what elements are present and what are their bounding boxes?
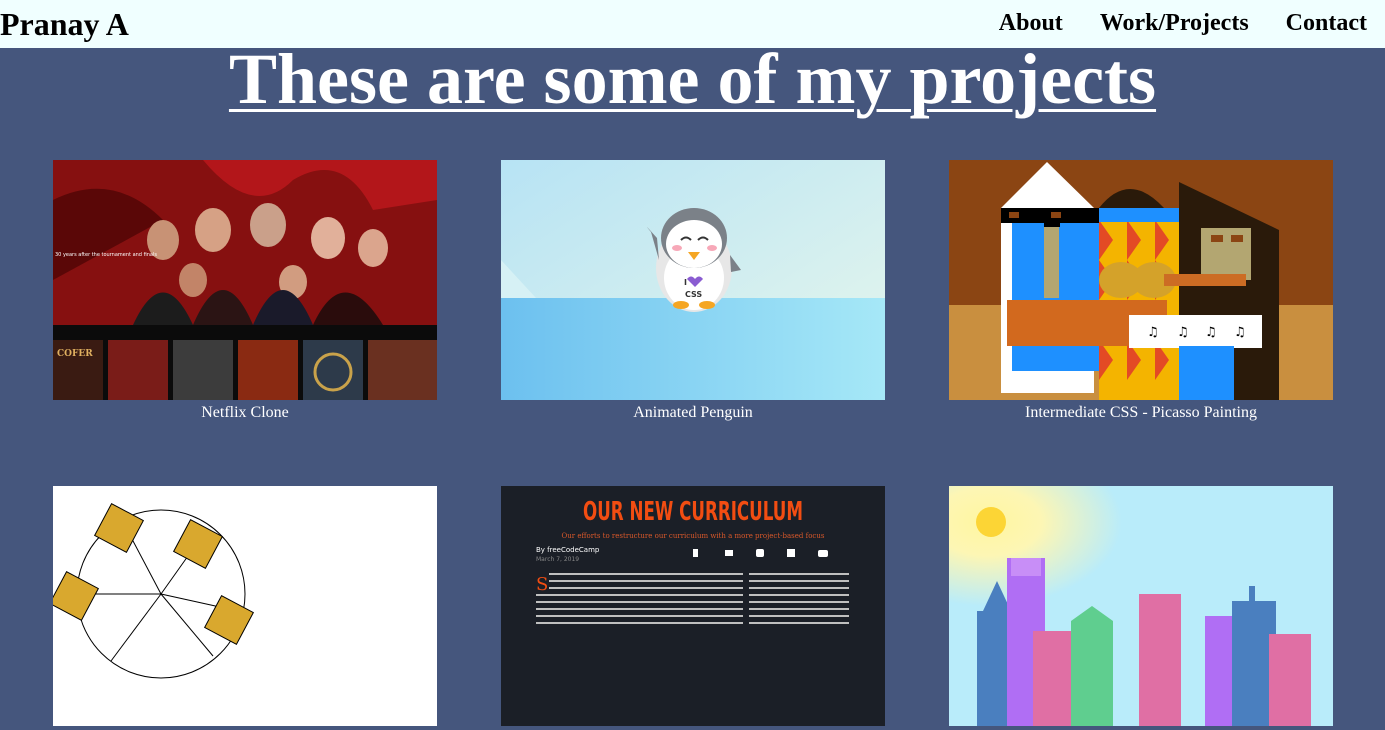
netflix-row-label: COFER — [57, 349, 93, 359]
nav-link-about[interactable]: About — [999, 10, 1063, 37]
curriculum-title: OUR NEW CURRICULUM — [583, 497, 803, 527]
project-card-picasso[interactable]: ♫ ♫ ♫ ♫ Intermediate CSS - Picasso Paint… — [949, 160, 1333, 422]
project-thumbnail: 30 years after the tournament and finals… — [53, 160, 437, 400]
project-thumbnail — [949, 486, 1333, 726]
curriculum-subtitle: Our efforts to restructure our curriculu… — [562, 532, 825, 540]
nav-links: About Work/Projects Contact — [962, 10, 1367, 37]
penguin-text-css: CSS — [685, 290, 702, 299]
svg-text:S: S — [536, 574, 548, 595]
project-thumbnail — [53, 486, 437, 726]
project-thumbnail: I CSS — [501, 160, 885, 400]
project-thumbnail: OUR NEW CURRICULUM Our efforts to restru… — [501, 486, 885, 726]
project-thumbnail: ♫ ♫ ♫ ♫ — [949, 160, 1333, 400]
curriculum-author: By freeCodeCamp — [536, 546, 600, 554]
svg-text:♫: ♫ — [1147, 325, 1159, 340]
project-card-skyline[interactable] — [949, 486, 1333, 730]
page-title: These are some of my projects — [228, 39, 1157, 119]
project-card-netflix[interactable]: 30 years after the tournament and finals… — [53, 160, 437, 422]
project-caption: Netflix Clone — [201, 404, 289, 421]
nav-link-work-projects[interactable]: Work/Projects — [1100, 10, 1249, 37]
project-caption: Intermediate CSS - Picasso Painting — [1025, 404, 1257, 421]
project-card-curriculum[interactable]: OUR NEW CURRICULUM Our efforts to restru… — [501, 486, 885, 730]
penguin-text-i: I — [684, 278, 687, 287]
curriculum-date: March 7, 2019 — [536, 556, 579, 563]
nav-link-contact[interactable]: Contact — [1286, 10, 1367, 37]
project-card-ferris-wheel[interactable] — [53, 486, 437, 730]
svg-text:♫: ♫ — [1205, 325, 1217, 340]
project-card-penguin[interactable]: I CSS Animated Penguin — [501, 160, 885, 422]
svg-text:♫: ♫ — [1177, 325, 1189, 340]
netflix-tagline: 30 years after the tournament and finals — [55, 252, 157, 258]
project-caption: Animated Penguin — [633, 404, 753, 421]
svg-text:♫: ♫ — [1234, 325, 1246, 340]
